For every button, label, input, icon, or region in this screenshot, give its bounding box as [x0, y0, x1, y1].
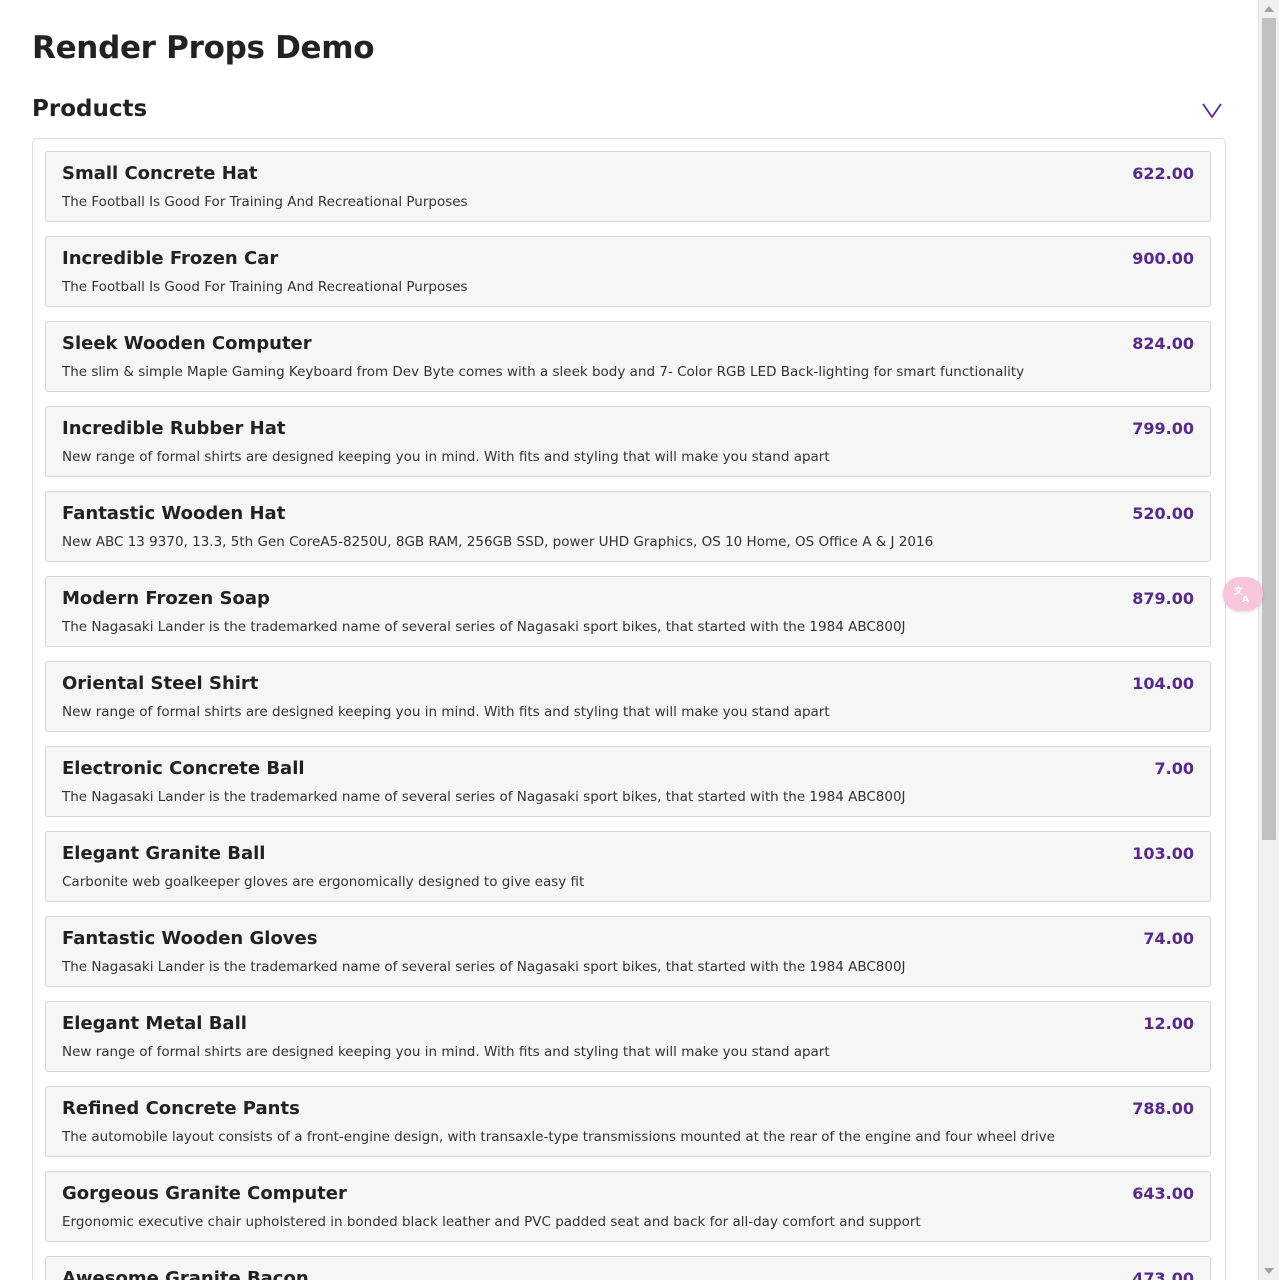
product-price: 824.00 — [1132, 334, 1194, 353]
product-price: 74.00 — [1143, 929, 1194, 948]
products-list: Small Concrete Hat The Football Is Good F… — [32, 138, 1226, 1280]
product-card[interactable]: Fantastic Wooden Gloves The Nagasaki Land… — [45, 916, 1211, 987]
product-card[interactable]: Incredible Rubber Hat New range of formal… — [45, 406, 1211, 477]
translate-icon[interactable]: 文 A — [1223, 577, 1263, 611]
product-card[interactable]: Refined Concrete Pants The automobile lay… — [45, 1086, 1211, 1157]
product-description: The Football Is Good For Training And Re… — [62, 194, 468, 210]
vertical-scrollbar[interactable] — [1258, 0, 1279, 1280]
product-description: New range of formal shirts are designed … — [62, 704, 830, 720]
product-description: The Nagasaki Lander is the trademarked n… — [62, 619, 906, 635]
product-name: Fantastic Wooden Hat — [62, 503, 286, 524]
product-name: Modern Frozen Soap — [62, 588, 270, 609]
product-name: Sleek Wooden Computer — [62, 333, 312, 354]
product-card[interactable]: Elegant Granite Ball Carbonite web goalke… — [45, 831, 1211, 902]
product-description: New range of formal shirts are designed … — [62, 1044, 830, 1060]
product-card[interactable]: Small Concrete Hat The Football Is Good F… — [45, 151, 1211, 222]
section-title: Products — [32, 96, 148, 122]
product-card[interactable]: Awesome Granite Bacon 473.00 — [45, 1256, 1211, 1280]
product-name: Gorgeous Granite Computer — [62, 1183, 347, 1204]
product-price: 788.00 — [1132, 1099, 1194, 1118]
product-name: Awesome Granite Bacon — [62, 1268, 309, 1280]
product-card[interactable]: Oriental Steel Shirt New range of formal … — [45, 661, 1211, 732]
product-price: 520.00 — [1132, 504, 1194, 523]
product-price: 799.00 — [1132, 419, 1194, 438]
product-card[interactable]: Sleek Wooden Computer The slim & simple M… — [45, 321, 1211, 392]
product-card[interactable]: Electronic Concrete Ball The Nagasaki Lan… — [45, 746, 1211, 817]
scroll-up-arrow-icon[interactable] — [1264, 6, 1274, 12]
product-description: The Nagasaki Lander is the trademarked n… — [62, 789, 906, 805]
product-card[interactable]: Fantastic Wooden Hat New ABC 13 9370, 13.… — [45, 491, 1211, 562]
scrollbar-thumb[interactable] — [1262, 18, 1276, 840]
product-price: 12.00 — [1143, 1014, 1194, 1033]
product-description: The slim & simple Maple Gaming Keyboard … — [62, 364, 1025, 380]
product-name: Incredible Frozen Car — [62, 248, 279, 269]
product-name: Electronic Concrete Ball — [62, 758, 305, 779]
product-price: 643.00 — [1132, 1184, 1194, 1203]
product-price: 104.00 — [1132, 674, 1194, 693]
product-price: 473.00 — [1132, 1269, 1194, 1280]
product-name: Fantastic Wooden Gloves — [62, 928, 318, 949]
product-name: Elegant Metal Ball — [62, 1013, 247, 1034]
scroll-down-arrow-icon[interactable] — [1264, 1268, 1274, 1274]
product-card[interactable]: Incredible Frozen Car The Football Is Goo… — [45, 236, 1211, 307]
product-price: 7.00 — [1154, 759, 1194, 778]
product-description: New ABC 13 9370, 13.3, 5th Gen CoreA5-82… — [62, 534, 934, 550]
page-title: Render Props Demo — [32, 30, 375, 66]
product-card[interactable]: Elegant Metal Ball New range of formal sh… — [45, 1001, 1211, 1072]
product-card[interactable]: Modern Frozen Soap The Nagasaki Lander is… — [45, 576, 1211, 647]
page: Render Props Demo Products Small Concret… — [0, 0, 1258, 1280]
product-description: The Football Is Good For Training And Re… — [62, 279, 468, 295]
product-price: 103.00 — [1132, 844, 1194, 863]
product-name: Refined Concrete Pants — [62, 1098, 300, 1119]
product-name: Elegant Granite Ball — [62, 843, 266, 864]
product-description: The automobile layout consists of a fron… — [62, 1129, 1055, 1145]
products-section-header: Products — [32, 94, 1226, 130]
product-price: 622.00 — [1132, 164, 1194, 183]
product-description: New range of formal shirts are designed … — [62, 449, 830, 465]
product-card[interactable]: Gorgeous Granite Computer Ergonomic execu… — [45, 1171, 1211, 1242]
chevron-down-icon[interactable] — [1200, 98, 1224, 122]
product-price: 879.00 — [1132, 589, 1194, 608]
product-name: Oriental Steel Shirt — [62, 673, 259, 694]
svg-text:A: A — [1242, 595, 1249, 604]
product-price: 900.00 — [1132, 249, 1194, 268]
product-description: The Nagasaki Lander is the trademarked n… — [62, 959, 906, 975]
product-description: Ergonomic executive chair upholstered in… — [62, 1214, 921, 1230]
product-name: Incredible Rubber Hat — [62, 418, 286, 439]
product-description: Carbonite web goalkeeper gloves are ergo… — [62, 874, 585, 890]
product-name: Small Concrete Hat — [62, 163, 258, 184]
